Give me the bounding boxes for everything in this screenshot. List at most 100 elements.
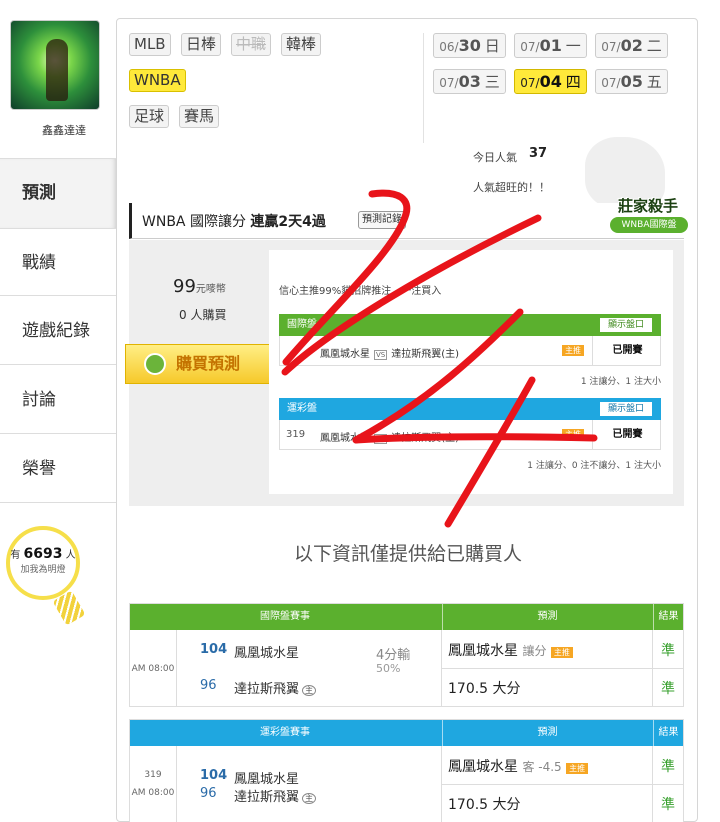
section-header-lottery: 運彩盤 顯示盤口 (279, 398, 661, 420)
tab-sport-wnba[interactable]: WNBA (129, 69, 186, 92)
user-name: 鑫鑫達達 (42, 124, 86, 137)
nav-item-discussion[interactable]: 討論 (0, 366, 116, 434)
badge-title: 莊家殺手 (618, 197, 679, 215)
divider (176, 630, 177, 706)
date-month: 07/ (439, 76, 459, 90)
price-value: 99 (173, 276, 196, 297)
tab-date-0703[interactable]: 07/03 三 (433, 69, 506, 94)
game-number: 319 (144, 770, 162, 780)
home-team: 達拉斯飛翼(主) (391, 433, 460, 444)
prediction-total: 170.5 大分 (448, 681, 521, 697)
fans-count-line: 有 6693 人 (10, 546, 76, 562)
price-unit: 元嘜幣 (195, 284, 226, 295)
tab-sport-kbo[interactable]: 韓棒 (281, 33, 322, 56)
matchup: 鳳凰城水星 VS 達拉斯飛翼(主) (320, 429, 459, 444)
date-month: 07/ (520, 40, 540, 54)
date-day: 03 (458, 72, 481, 91)
offer-title: WNBA 國際讓分 連贏2天4過 (142, 211, 326, 231)
buy-prediction-button[interactable]: 購買預測 (125, 344, 275, 384)
date-weekday: 五 (646, 73, 662, 91)
main-pick-tag: 主推 (562, 429, 584, 440)
tab-date-0704[interactable]: 07/04 四 (514, 69, 587, 94)
tab-date-0630[interactable]: 06/30 日 (433, 33, 506, 58)
profile-card[interactable]: 鑫鑫達達 (8, 18, 104, 137)
offer-title-prefix: WNBA 國際讓分 (142, 214, 246, 230)
pick-type: 客 -4.5 (522, 760, 562, 774)
home-marker: 主 (302, 685, 317, 696)
offer-header: WNBA 國際讓分 連贏2天4過 預測記錄 莊家殺手 WNBA國際盤 (129, 197, 688, 239)
tab-sport-mlb[interactable]: MLB (129, 33, 171, 56)
follow-label: 加我為明燈 (20, 565, 66, 575)
date-weekday: 四 (565, 73, 581, 91)
home-marker: 主 (302, 793, 317, 804)
date-day: 01 (539, 36, 562, 55)
table-header: 運彩盤賽事 預測 結果 (130, 720, 683, 746)
fans-count: 6693 (23, 546, 63, 562)
header-prediction: 預測 (442, 720, 652, 746)
date-month: 06/ (439, 40, 459, 54)
matchup: 鳳凰城水星 VS 達拉斯飛翼(主) (320, 345, 459, 360)
prediction-row: 鳳凰城水星 VS 達拉斯飛翼(主) 主推 已開賽 (279, 336, 661, 366)
pick-team: 鳳凰城水星 (448, 759, 518, 775)
tab-date-0705[interactable]: 07/05 五 (595, 69, 668, 94)
prediction-record-button[interactable]: 預測記錄 (358, 211, 406, 229)
tab-date-0702[interactable]: 07/02 二 (595, 33, 668, 58)
result-total: 準 (661, 797, 675, 813)
main-pick-tag: 主推 (566, 763, 589, 774)
pick-team: 鳳凰城水星 (448, 643, 518, 659)
divider (442, 668, 683, 669)
header-game: 國際盤賽事 (260, 611, 310, 622)
date-month: 07/ (520, 76, 540, 90)
main-panel: MLB 日棒 中職 韓棒 WNBA 足球 賽馬 06/30 日 07/01 一 … (116, 18, 698, 822)
popularity-label: 今日人氣 (473, 151, 517, 164)
tab-sport-npb[interactable]: 日棒 (181, 33, 222, 56)
tab-sport-horse-racing[interactable]: 賽馬 (179, 105, 220, 128)
tab-sport-soccer[interactable]: 足球 (129, 105, 170, 128)
fans-prefix: 有 (10, 550, 21, 561)
banker-killer-badge: 莊家殺手 WNBA國際盤 (610, 193, 688, 237)
purchase-notice: 以下資訊僅提供給已購買人 (293, 543, 522, 565)
price: 99元嘜幣 (173, 276, 226, 297)
section-title: 國際盤 (287, 319, 317, 330)
header-game: 運彩盤賽事 (260, 727, 310, 738)
offer-note: 信心主推99%貓招牌推注，一注買入 (279, 286, 442, 297)
avatar[interactable] (10, 20, 100, 110)
tab-sport-cpbl: 中職 (231, 33, 272, 56)
header-result: 結果 (653, 720, 683, 746)
popularity-text: 人氣超旺的！！ (473, 181, 550, 194)
away-team: 鳳凰城水星 (320, 433, 370, 444)
home-team: 達拉斯飛翼(主) (391, 349, 460, 360)
nav-item-game-history[interactable]: 遊戲紀錄 (0, 297, 116, 365)
nav-item-record[interactable]: 戰績 (0, 228, 116, 296)
away-team: 鳳凰城水星 (320, 349, 370, 360)
date-weekday: 三 (484, 73, 500, 91)
away-score: 104 (200, 642, 228, 657)
tab-date-0701[interactable]: 07/01 一 (514, 33, 587, 58)
result-total: 準 (661, 681, 675, 697)
spread-margin: 4分輸 (376, 648, 411, 663)
divider (176, 746, 177, 822)
game-status: 已開賽 (592, 420, 662, 449)
date-month: 07/ (601, 76, 621, 90)
show-odds-button[interactable]: 顯示盤口 (598, 317, 653, 333)
follow-lightbulb[interactable]: 有 6693 人 加我為明燈 (6, 526, 80, 600)
spread-percent: 50% (376, 662, 401, 675)
nav-item-predict[interactable]: 預測 (0, 158, 116, 228)
nav-item-honor[interactable]: 榮譽 (0, 435, 116, 503)
prediction-spread: 鳳凰城水星 讓分 主推 (448, 640, 573, 660)
date-weekday: 一 (565, 37, 581, 55)
home-team-cell: 達拉斯飛翼主 (234, 678, 317, 697)
section-title: 運彩盤 (287, 403, 317, 414)
pick-type: 讓分 (522, 644, 547, 658)
date-day: 02 (620, 36, 643, 55)
result-spread: 準 (661, 759, 675, 775)
offer-body: 99元嘜幣 0 人購買 購買預測 信心主推99%貓招牌推注，一注買入 國際盤 顯… (125, 240, 684, 506)
away-team: 鳳凰城水星 (234, 646, 300, 661)
home-team-cell: 達拉斯飛翼主 (234, 786, 317, 805)
date-day: 30 (458, 36, 481, 55)
main-pick-tag: 主推 (550, 647, 573, 658)
date-weekday: 二 (646, 37, 662, 55)
divider (442, 784, 683, 785)
fans-suffix: 人 (65, 550, 76, 561)
show-odds-button[interactable]: 顯示盤口 (598, 401, 653, 417)
